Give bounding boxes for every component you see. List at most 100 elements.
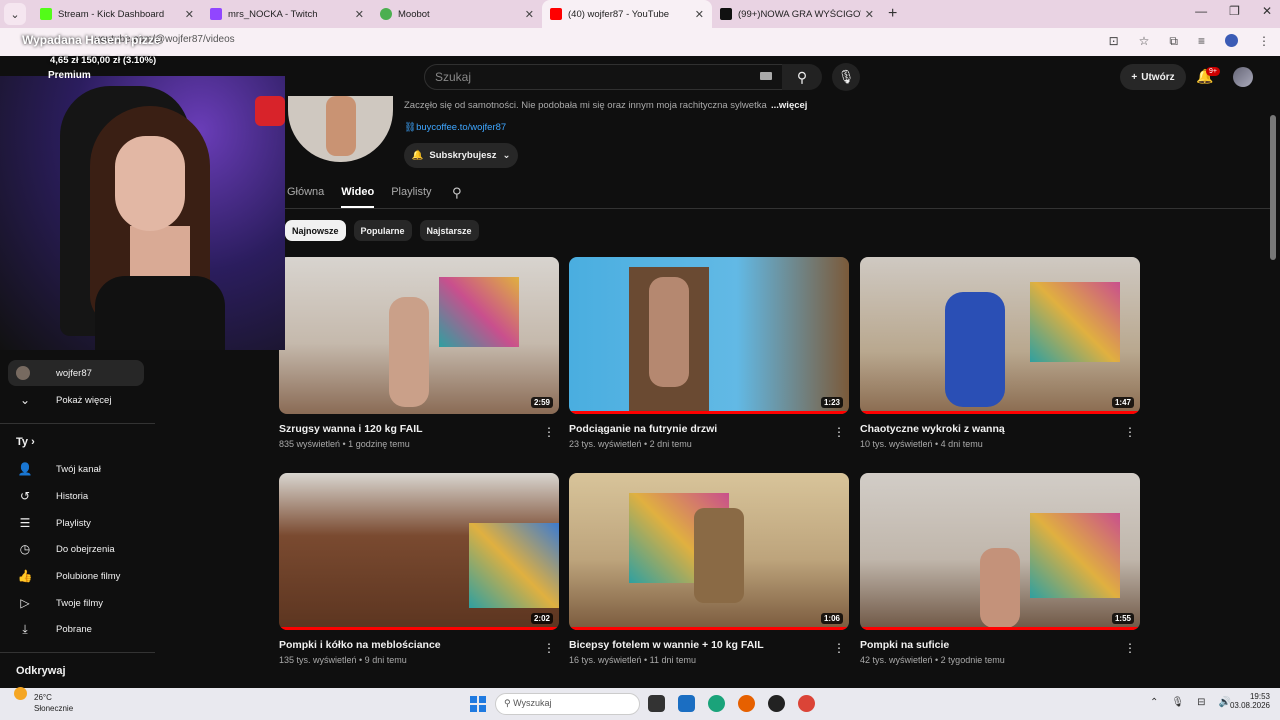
tab-home[interactable]: Główna bbox=[287, 186, 324, 208]
video-title[interactable]: Podciąganie na futrynie drzwi bbox=[569, 423, 849, 435]
more-actions-icon[interactable]: ⋮ bbox=[1124, 641, 1136, 655]
channel-avatar-small bbox=[16, 366, 30, 380]
search-icon: ⚲ bbox=[796, 68, 808, 85]
tab-search-menu-icon[interactable]: ⌄ bbox=[4, 3, 26, 25]
search-button[interactable]: ⚲ bbox=[782, 64, 822, 90]
more-actions-icon[interactable]: ⋮ bbox=[833, 641, 845, 655]
watch-progress bbox=[279, 627, 559, 630]
video-thumbnail[interactable]: 1:23 bbox=[569, 257, 849, 414]
stream-overlay-goal: 4,65 zł 150,00 zł (3.10%) bbox=[50, 55, 157, 66]
bookmark-star-icon[interactable]: ☆ bbox=[1139, 34, 1150, 49]
close-tab-icon[interactable]: ✕ bbox=[525, 8, 534, 21]
video-title[interactable]: Szrugsy wanna i 120 kg FAIL bbox=[279, 423, 559, 435]
edge-icon[interactable] bbox=[708, 695, 725, 712]
more-actions-icon[interactable]: ⋮ bbox=[1124, 425, 1136, 439]
mic-icon[interactable]: 🎙 bbox=[1171, 697, 1184, 708]
avatar-figure bbox=[326, 96, 356, 156]
sidebar-item-channel[interactable]: wojfer87 bbox=[8, 360, 144, 386]
browser-tab-moobot[interactable]: Moobot ✕ bbox=[372, 0, 542, 28]
video-card[interactable]: 2:02 Pompki i kółko na meblościance 135 … bbox=[279, 473, 559, 665]
browser-profile-avatar[interactable] bbox=[1225, 34, 1238, 47]
subscribed-label: Subskrybujesz bbox=[429, 150, 497, 161]
clock[interactable]: 19:53 03.08.2026 bbox=[1222, 692, 1270, 710]
more-actions-icon[interactable]: ⋮ bbox=[833, 425, 845, 439]
more-actions-icon[interactable]: ⋮ bbox=[543, 425, 555, 439]
sidebar: wojfer87 ⌄ Pokaż więcej Ty › 👤 Twój kana… bbox=[0, 350, 155, 690]
sidebar-item-history[interactable]: ↺ Historia bbox=[8, 483, 144, 509]
install-app-icon[interactable]: ⊡ bbox=[1109, 34, 1119, 49]
voice-search-button[interactable]: 🎙 bbox=[832, 63, 860, 91]
chip-newest[interactable]: Najnowsze bbox=[285, 220, 346, 241]
chrome-icon[interactable] bbox=[798, 695, 815, 712]
browser-tab-youtube[interactable]: (40) wojfer87 - YouTube ✕ bbox=[542, 0, 712, 28]
video-thumbnail[interactable]: 2:02 bbox=[279, 473, 559, 630]
browser-menu-icon[interactable]: ⋮ bbox=[1258, 34, 1270, 49]
video-card[interactable]: 1:47 Chaotyczne wykroki z wanną 10 tys. … bbox=[860, 257, 1140, 449]
video-meta: 23 tys. wyświetleń • 2 dni temu bbox=[569, 439, 692, 449]
account-avatar[interactable] bbox=[1233, 67, 1253, 87]
tab-videos[interactable]: Wideo bbox=[341, 186, 375, 208]
sidebar-item-liked[interactable]: 👍 Polubione filmy bbox=[8, 563, 144, 589]
taskbar-search-input[interactable]: ⚲ Wyszukaj bbox=[495, 693, 640, 715]
create-button[interactable]: + Utwórz bbox=[1120, 64, 1186, 90]
video-title[interactable]: Chaotyczne wykroki z wanną bbox=[860, 423, 1140, 435]
channel-search-icon[interactable]: ⚲ bbox=[452, 185, 462, 201]
tab-playlists[interactable]: Playlisty bbox=[391, 186, 431, 208]
browser-tab-kick[interactable]: Stream - Kick Dashboard ✕ bbox=[32, 0, 202, 28]
video-thumbnail[interactable]: 1:06 bbox=[569, 473, 849, 630]
sidebar-item-your-channel[interactable]: 👤 Twój kanał bbox=[8, 456, 144, 482]
maximize-icon[interactable]: ❐ bbox=[1229, 4, 1240, 18]
chip-popular[interactable]: Popularne bbox=[353, 220, 412, 241]
video-title[interactable]: Pompki na suficie bbox=[860, 639, 1140, 651]
duration-badge: 2:02 bbox=[530, 613, 553, 624]
windows-start-icon[interactable] bbox=[470, 696, 486, 712]
weather-widget[interactable] bbox=[14, 687, 33, 706]
network-icon[interactable]: ⊟ bbox=[1197, 697, 1205, 708]
close-window-icon[interactable]: ✕ bbox=[1262, 4, 1272, 18]
playlist-icon: ☰ bbox=[19, 516, 31, 530]
new-tab-icon[interactable]: + bbox=[888, 5, 897, 23]
video-title[interactable]: Pompki i kółko na meblościance bbox=[279, 639, 559, 651]
more-actions-icon[interactable]: ⋮ bbox=[543, 641, 555, 655]
keyboard-icon[interactable] bbox=[760, 72, 772, 80]
thumbnail-tapestry bbox=[469, 523, 559, 608]
channel-external-link[interactable]: ⛓buycoffee.to/wojfer87 bbox=[404, 122, 506, 133]
video-thumbnail[interactable]: 1:55 bbox=[860, 473, 1140, 630]
close-tab-icon[interactable]: ✕ bbox=[355, 8, 364, 21]
sidebar-show-more[interactable]: ⌄ Pokaż więcej bbox=[8, 387, 144, 413]
search-input[interactable]: Szukaj bbox=[424, 64, 786, 90]
video-card[interactable]: 1:23 Podciąganie na futrynie drzwi 23 ty… bbox=[569, 257, 849, 449]
firefox-icon[interactable] bbox=[738, 695, 755, 712]
page-scrollbar[interactable] bbox=[1270, 115, 1276, 260]
mic-icon: 🎙 bbox=[837, 69, 855, 84]
sidebar-item-playlists[interactable]: ☰ Playlisty bbox=[8, 510, 144, 536]
subscribed-button[interactable]: 🔔 Subskrybujesz ⌄ bbox=[404, 143, 518, 168]
description-more-link[interactable]: ...więcej bbox=[771, 100, 807, 111]
close-tab-icon[interactable]: ✕ bbox=[185, 8, 194, 21]
task-view-icon[interactable] bbox=[648, 695, 665, 712]
video-card[interactable]: 1:06 Bicepsy fotelem w wannie + 10 kg FA… bbox=[569, 473, 849, 665]
video-title[interactable]: Bicepsy fotelem w wannie + 10 kg FAIL bbox=[569, 639, 849, 651]
obs-icon[interactable] bbox=[768, 695, 785, 712]
video-thumbnail[interactable]: 2:59 bbox=[279, 257, 559, 414]
browser-tab-tiktok[interactable]: (99+)NOWA GRA WYŚCIGOWA ✕ bbox=[712, 0, 882, 28]
sidebar-heading-explore: Odkrywaj bbox=[16, 665, 66, 677]
sidebar-item-watch-later[interactable]: ◷ Do obejrzenia bbox=[8, 536, 144, 562]
video-thumbnail[interactable]: 1:47 bbox=[860, 257, 1140, 414]
minimize-icon[interactable]: — bbox=[1195, 4, 1207, 18]
video-meta: 42 tys. wyświetleń • 2 tygodnie temu bbox=[860, 655, 1005, 665]
close-tab-icon[interactable]: ✕ bbox=[695, 8, 704, 21]
sidebar-item-your-videos[interactable]: ▷ Twoje filmy bbox=[8, 590, 144, 616]
chevron-up-icon[interactable]: ⌃ bbox=[1150, 697, 1158, 708]
close-tab-icon[interactable]: ✕ bbox=[865, 8, 874, 21]
browser-tab-twitch[interactable]: mrs_NOCKA - Twitch ✕ bbox=[202, 0, 372, 28]
video-card[interactable]: 2:59 Szrugsy wanna i 120 kg FAIL 835 wyś… bbox=[279, 257, 559, 449]
extensions-icon[interactable]: ⧉ bbox=[1169, 34, 1178, 49]
sidebar-heading-you[interactable]: Ty › bbox=[16, 436, 35, 448]
video-card[interactable]: 1:55 Pompki na suficie 42 tys. wyświetle… bbox=[860, 473, 1140, 665]
chip-oldest[interactable]: Najstarsze bbox=[419, 220, 479, 241]
sidebar-item-downloads[interactable]: ⤓ Pobrane bbox=[8, 616, 144, 642]
channel-avatar[interactable] bbox=[288, 96, 393, 162]
outlook-icon[interactable] bbox=[678, 695, 695, 712]
media-queue-icon[interactable]: ≡ bbox=[1198, 34, 1205, 49]
